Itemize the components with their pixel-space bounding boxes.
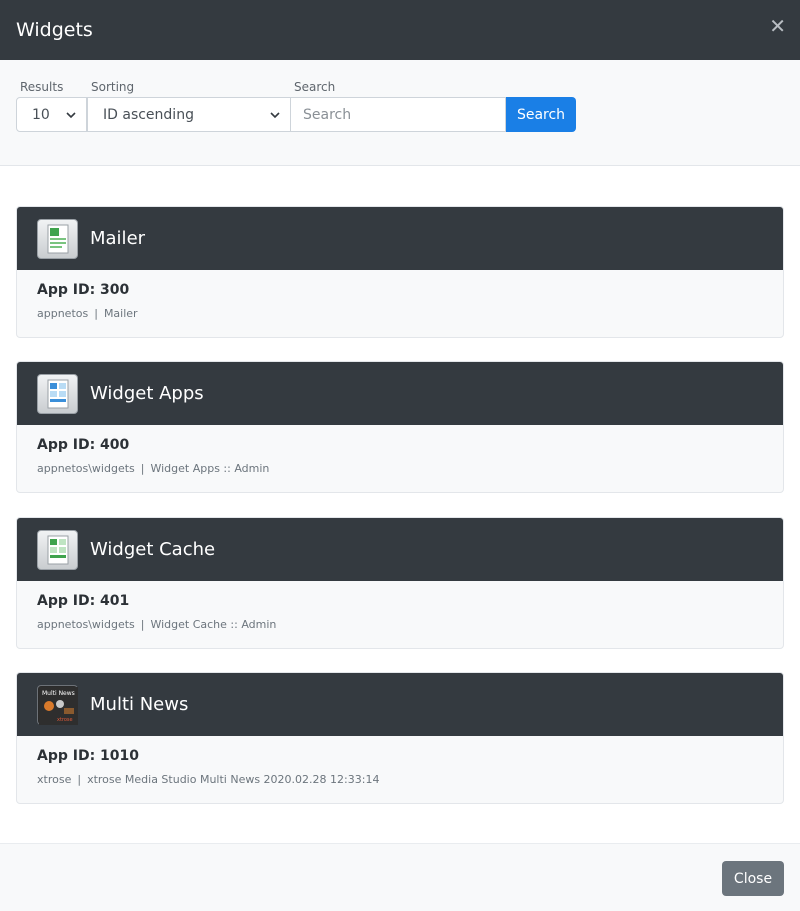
app-card-multi-news[interactable]: Multi News xtrose Multi News App ID: 101…: [16, 672, 784, 804]
app-card-widget-apps[interactable]: Widget Apps App ID: 400 appnetos\widgets…: [16, 361, 784, 493]
app-meta: xtrose | xtrose Media Studio Multi News 20…: [37, 773, 763, 786]
widget-grid-icon: [37, 373, 78, 414]
results-select[interactable]: 10: [16, 97, 87, 132]
icon-brand-text: xtrose: [57, 717, 73, 723]
meta-separator: |: [77, 773, 82, 786]
results-value: 10: [32, 106, 50, 123]
card-header: Multi News xtrose Multi News: [17, 673, 783, 736]
card-body: App ID: 400 appnetos\widgets | Widget Apps…: [17, 425, 783, 492]
card-title: Widget Apps: [90, 383, 204, 404]
app-namespace: appnetos\widgets: [37, 618, 135, 631]
meta-separator: |: [94, 307, 98, 320]
app-id: App ID: 401: [37, 593, 130, 609]
search-label: Search: [294, 80, 336, 94]
results-label: Results: [20, 80, 64, 94]
app-description: Widget Apps :: Admin: [150, 462, 270, 475]
app-card-widget-cache[interactable]: Widget Cache App ID: 401 appnetos\widget…: [16, 517, 784, 649]
modal-footer: Close: [0, 843, 800, 911]
card-title: Multi News: [90, 694, 189, 715]
app-description: Mailer: [103, 307, 138, 320]
close-icon[interactable]: ✕: [769, 16, 786, 36]
card-title: Mailer: [90, 228, 146, 249]
search-input[interactable]: Search: [290, 97, 506, 132]
icon-label-text: Multi News: [42, 690, 75, 697]
app-meta: appnetos\widgets | Widget Apps :: Admin: [37, 462, 763, 475]
app-card-mailer[interactable]: Mailer App ID: 300 appnetos | Mailer: [16, 206, 784, 338]
chevron-down-icon: [270, 112, 280, 119]
card-body: App ID: 300 appnetos | Mailer: [17, 270, 783, 337]
widget-grid-icon: [37, 529, 78, 570]
app-id: App ID: 300: [37, 282, 130, 298]
modal-title: Widgets: [16, 19, 93, 41]
meta-separator: |: [140, 618, 145, 631]
close-button[interactable]: Close: [722, 861, 784, 896]
app-namespace: appnetos\widgets: [37, 462, 135, 475]
card-title: Widget Cache: [90, 539, 216, 560]
app-description: Widget Cache :: Admin: [150, 618, 277, 631]
app-description: xtrose Media Studio Multi News 2020.02.2…: [87, 773, 380, 786]
meta-separator: |: [140, 462, 145, 475]
app-namespace: xtrose: [37, 773, 72, 786]
card-body: App ID: 1010 xtrose | xtrose Media Studio …: [17, 736, 783, 803]
app-meta: appnetos | Mailer: [37, 307, 763, 320]
card-header: Widget Apps: [17, 362, 783, 425]
app-meta: appnetos\widgets | Widget Cache :: Admin: [37, 618, 763, 631]
sorting-label: Sorting: [91, 80, 135, 94]
document-app-icon: [37, 218, 78, 259]
card-header: Mailer: [17, 207, 783, 270]
sorting-value: ID ascending: [103, 106, 194, 123]
search-placeholder: Search: [303, 106, 352, 123]
sorting-select[interactable]: ID ascending: [87, 97, 291, 132]
app-namespace: appnetos: [37, 307, 89, 320]
multi-news-icon: Multi News xtrose: [37, 684, 78, 725]
app-id: App ID: 400: [37, 437, 130, 453]
card-body: App ID: 401 appnetos\widgets | Widget Cach…: [17, 581, 783, 648]
card-header: Widget Cache: [17, 518, 783, 581]
search-button[interactable]: Search: [506, 97, 576, 132]
filter-bar: Results 10 Sorting ID ascending Search S…: [0, 60, 800, 166]
modal-header: Widgets ✕: [0, 0, 800, 60]
app-id: App ID: 1010: [37, 748, 140, 764]
chevron-down-icon: [66, 112, 76, 119]
